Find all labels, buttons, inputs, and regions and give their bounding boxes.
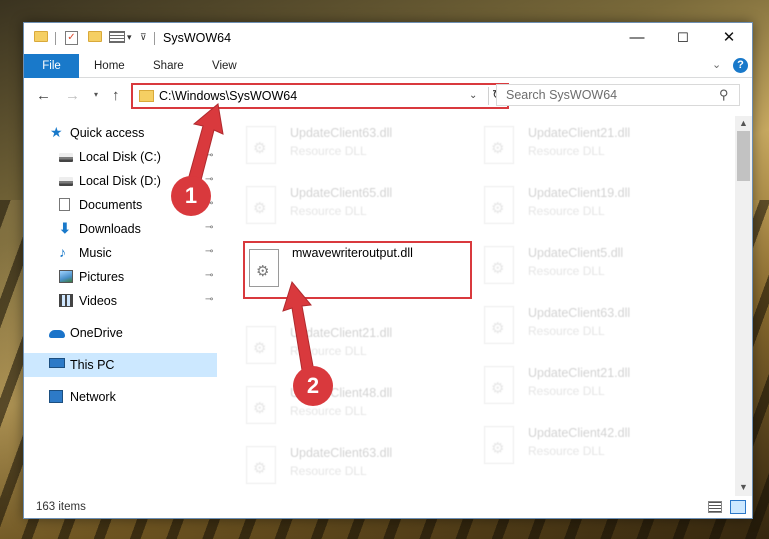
annotation-arrows [187,103,314,371]
arrow-to-file [282,280,314,371]
step-1-badge: 1 [171,176,211,216]
step-2-badge: 2 [293,366,333,406]
arrow-to-address-bar [187,103,224,185]
